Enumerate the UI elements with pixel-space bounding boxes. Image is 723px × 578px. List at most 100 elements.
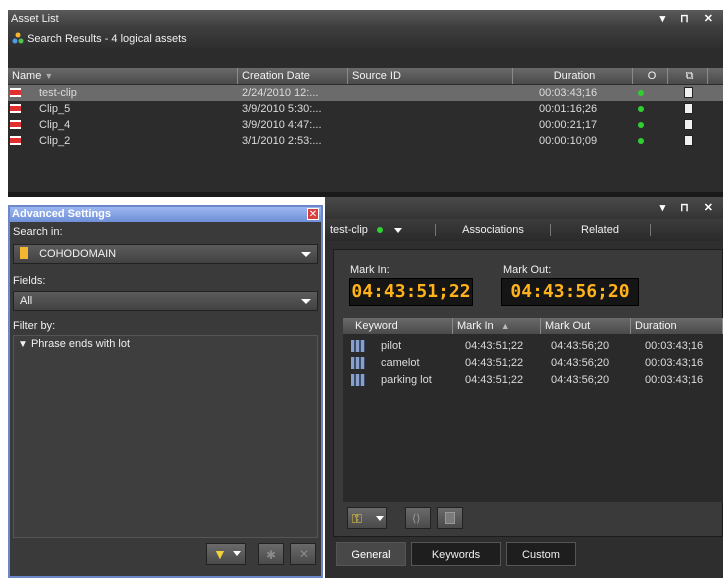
delete-icon: ✕ — [299, 547, 310, 561]
keyword-icon — [351, 340, 365, 352]
tab-associations[interactable]: Associations — [443, 219, 543, 241]
file-icon — [684, 135, 693, 146]
close-icon[interactable]: ✕ — [307, 208, 319, 220]
tab-general[interactable]: General — [336, 542, 406, 566]
asset-list-panel: Asset List ▾ ⊓ ✕ Search Results - 4 logi… — [8, 10, 723, 192]
filter-icon: ▼ — [18, 339, 28, 350]
search-in-dropdown[interactable]: COHODOMAIN — [13, 244, 318, 264]
keyword-table-header: Keyword Mark In ▲ Mark Out Duration — [343, 318, 723, 334]
column-source-id[interactable]: Source ID — [348, 68, 513, 84]
table-row[interactable]: parking lot 04:43:51;22 04:43:56;20 00:0… — [343, 372, 723, 388]
tab-divider — [435, 224, 436, 236]
logical-assets-icon — [12, 32, 24, 44]
column-mark-in-label: Mark In — [457, 320, 494, 332]
keyword-mark-out: 04:43:56;20 — [551, 340, 610, 352]
column-name[interactable]: Name ▼ — [8, 68, 238, 84]
asset-date: 3/9/2010 4:47:... — [242, 119, 322, 131]
sort-desc-icon: ▼ — [44, 71, 54, 81]
tab-divider — [550, 224, 551, 236]
clip-detail-panel: ▾ ⊓ ✕ test-clip Associations Related Mar… — [325, 197, 723, 578]
filter-item[interactable]: ▼ Phrase ends with lot — [14, 336, 317, 352]
fields-label: Fields: — [13, 275, 46, 287]
keyword-duration: 00:03:43;16 — [645, 357, 704, 369]
column-mark-in[interactable]: Mark In ▲ — [453, 318, 541, 334]
table-row[interactable]: camelot 04:43:51;22 04:43:56;20 00:03:43… — [343, 355, 723, 371]
table-row[interactable]: pilot 04:43:51;22 04:43:56;20 00:03:43;1… — [343, 338, 723, 354]
file-icon — [684, 87, 693, 98]
search-results-label: Search Results - 4 logical assets — [27, 33, 187, 45]
column-duration[interactable]: Duration — [631, 318, 723, 334]
keyword-mark-in: 04:43:51;22 — [465, 374, 524, 386]
keyword-mark-in: 04:43:51;22 — [465, 340, 524, 352]
add-keyword-button[interactable]: ⚿ — [347, 507, 387, 529]
table-row[interactable]: Clip_5 3/9/2010 5:30:... 00:01:16;26 — [8, 101, 723, 117]
chevron-down-icon — [301, 252, 311, 257]
table-row[interactable]: test-clip 2/24/2010 12:... 00:03:43;16 — [8, 85, 723, 101]
keyword-notes-button[interactable] — [437, 507, 463, 529]
chevron-down-icon — [394, 228, 403, 233]
advanced-settings-panel: Advanced Settings ✕ Search in: COHODOMAI… — [8, 205, 323, 578]
add-filter-button[interactable]: ▼ — [206, 543, 246, 565]
keyword-markers-button[interactable]: ⟨⟩ — [405, 507, 431, 529]
asset-list-title: Asset List — [11, 13, 59, 25]
asset-list-window-controls[interactable]: ▾ ⊓ ✕ — [660, 10, 719, 28]
fields-value: All — [20, 295, 33, 307]
asset-date: 3/9/2010 5:30:... — [242, 103, 322, 115]
column-creation-date[interactable]: Creation Date — [238, 68, 348, 84]
detail-window-controls[interactable]: ▾ ⊓ ✕ — [660, 199, 719, 217]
asset-duration: 00:00:10;09 — [539, 135, 598, 147]
asset-name: Clip_2 — [39, 135, 71, 147]
note-icon — [445, 512, 455, 524]
keyword-table-body: pilot 04:43:51;22 04:43:56;20 00:03:43;1… — [343, 334, 723, 502]
mark-in-label: Mark In: — [350, 264, 390, 276]
delete-filter-button[interactable]: ✕ — [290, 543, 316, 565]
detail-bottom-tabs: General Keywords Custom — [333, 542, 723, 566]
keyword-icon — [351, 357, 365, 369]
clip-name: test-clip — [330, 224, 368, 236]
search-results-bar: Search Results - 4 logical assets — [8, 28, 723, 50]
clip-icon — [10, 136, 21, 145]
asset-table-header: Name ▼ Creation Date Source ID Duration … — [8, 68, 723, 84]
tab-related[interactable]: Related — [555, 219, 645, 241]
asset-name: test-clip — [39, 87, 77, 99]
fields-dropdown[interactable]: All — [13, 291, 318, 311]
column-online[interactable]: O — [633, 68, 668, 84]
keyword-mark-out: 04:43:56;20 — [551, 357, 610, 369]
chevron-down-icon — [233, 551, 241, 556]
gear-icon: ✱ — [266, 548, 277, 562]
table-row[interactable]: Clip_2 3/1/2010 2:53:... 00:00:10;09 — [8, 133, 723, 149]
search-in-label: Search in: — [13, 226, 63, 238]
clip-selector[interactable]: test-clip — [325, 219, 425, 241]
mark-out-label: Mark Out: — [503, 264, 552, 276]
column-duration[interactable]: Duration — [513, 68, 633, 84]
tab-custom[interactable]: Custom — [506, 542, 576, 566]
tab-keywords[interactable]: Keywords — [411, 542, 501, 566]
keyword-name: pilot — [381, 340, 402, 352]
chevron-down-icon — [376, 516, 384, 521]
table-row[interactable]: Clip_4 3/9/2010 4:47:... 00:00:21;17 — [8, 117, 723, 133]
settings-button[interactable]: ✱ — [258, 543, 284, 565]
marker-icon: ⟨⟩ — [412, 513, 421, 525]
keyword-duration: 00:03:43;16 — [645, 340, 704, 352]
column-mark-out[interactable]: Mark Out — [541, 318, 631, 334]
advanced-settings-title: Advanced Settings — [12, 208, 112, 220]
advanced-settings-titlebar: Advanced Settings — [10, 207, 321, 222]
asset-duration: 00:01:16;26 — [539, 103, 598, 115]
chevron-down-icon — [301, 299, 311, 304]
key-icon: ⚿ — [352, 511, 362, 526]
filter-item-label: Phrase ends with lot — [30, 338, 131, 350]
keyword-name: camelot — [381, 357, 420, 369]
filter-by-label: Filter by: — [13, 320, 56, 332]
asset-duration: 00:00:21;17 — [539, 119, 598, 131]
asset-date: 2/24/2010 12:... — [242, 87, 319, 99]
column-keyword[interactable]: Keyword — [343, 318, 453, 334]
file-icon — [684, 103, 693, 114]
asset-list-titlebar: Asset List — [8, 10, 723, 28]
copy-icon: ⧉ — [685, 70, 694, 82]
keyword-mark-out: 04:43:56;20 — [551, 374, 610, 386]
online-status-icon — [376, 227, 383, 233]
column-type[interactable]: ⧉ — [668, 68, 708, 84]
asset-duration: 00:03:43;16 — [539, 87, 598, 99]
clip-icon — [10, 104, 21, 113]
online-status-icon — [638, 106, 644, 112]
